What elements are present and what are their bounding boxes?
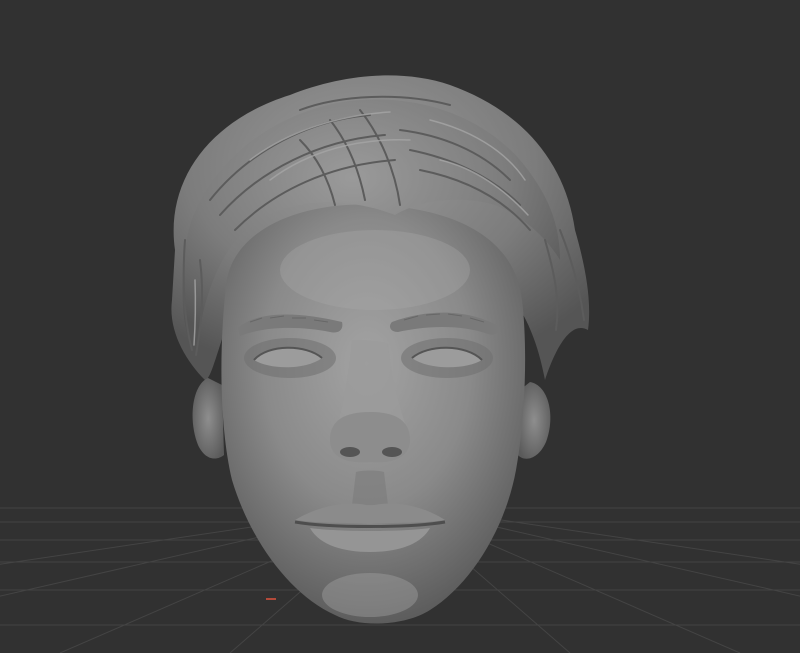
forehead-highlight (280, 230, 470, 310)
head-model[interactable] (171, 75, 590, 624)
chin (322, 573, 418, 617)
sculpt-viewport[interactable] (0, 0, 800, 653)
left-ear (192, 378, 224, 459)
philtrum (352, 470, 388, 505)
left-nostril (340, 447, 360, 457)
right-nostril (382, 447, 402, 457)
